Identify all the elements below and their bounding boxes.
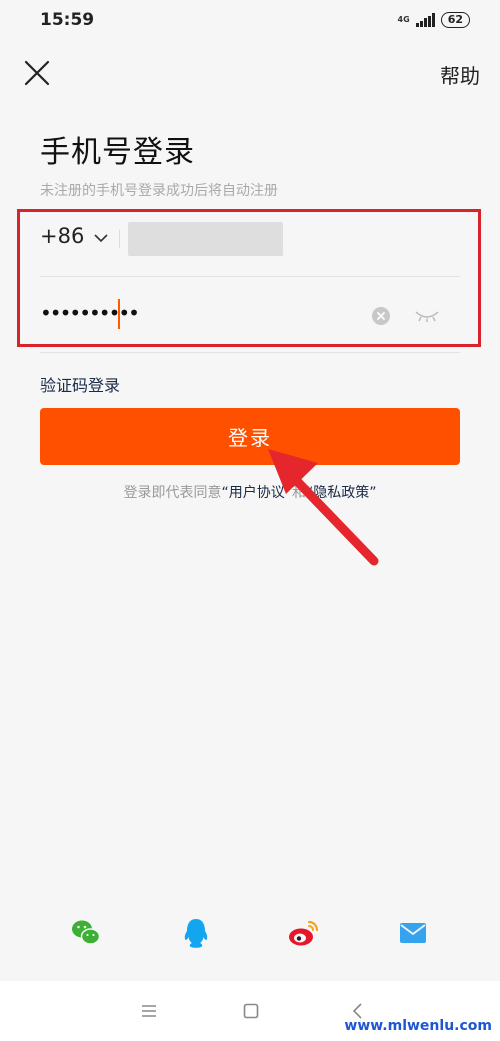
phone-number-input[interactable] xyxy=(128,222,283,256)
watermark: www.mlwenlu.com xyxy=(344,1018,492,1034)
wechat-icon[interactable] xyxy=(71,918,101,952)
home-icon[interactable] xyxy=(232,981,270,1041)
privacy-policy-link[interactable]: “隐私政策” xyxy=(306,485,377,501)
chevron-down-icon xyxy=(94,228,108,247)
status-bar: 15:59 4G 62 xyxy=(0,0,500,40)
agreement-text: 登录即代表同意“用户协议”和“隐私政策” xyxy=(0,482,500,502)
mail-icon[interactable] xyxy=(400,918,426,947)
country-code: +86 xyxy=(40,224,85,248)
status-time: 15:59 xyxy=(40,10,95,30)
agreement-prefix: 登录即代表同意 xyxy=(123,485,222,501)
weibo-icon[interactable] xyxy=(288,918,320,952)
page-title: 手机号登录 xyxy=(40,135,195,170)
page-subtitle: 未注册的手机号登录成功后将自动注册 xyxy=(40,183,278,199)
user-agreement-link[interactable]: “用户协议” xyxy=(221,485,292,501)
signal-icon xyxy=(415,13,435,27)
help-link[interactable]: 帮助 xyxy=(440,60,480,89)
password-input[interactable]: •••••••••• xyxy=(40,303,140,323)
battery-indicator: 62 xyxy=(440,12,470,28)
close-icon[interactable] xyxy=(22,58,52,88)
login-button[interactable]: 登录 xyxy=(40,408,460,465)
clear-icon[interactable] xyxy=(372,307,390,325)
qq-icon[interactable] xyxy=(182,918,210,954)
text-caret xyxy=(118,299,120,329)
divider xyxy=(40,276,460,277)
divider xyxy=(40,352,460,353)
menu-icon[interactable] xyxy=(130,981,168,1041)
eye-closed-icon[interactable] xyxy=(414,308,440,328)
status-icons: 4G 62 xyxy=(398,12,470,28)
network-type: 4G xyxy=(397,15,410,24)
sms-code-login-link[interactable]: 验证码登录 xyxy=(40,372,120,396)
agreement-conjunction: 和 xyxy=(292,485,306,501)
social-login-row xyxy=(0,918,500,958)
country-code-selector[interactable]: +86 xyxy=(40,224,108,248)
field-divider xyxy=(119,230,120,248)
